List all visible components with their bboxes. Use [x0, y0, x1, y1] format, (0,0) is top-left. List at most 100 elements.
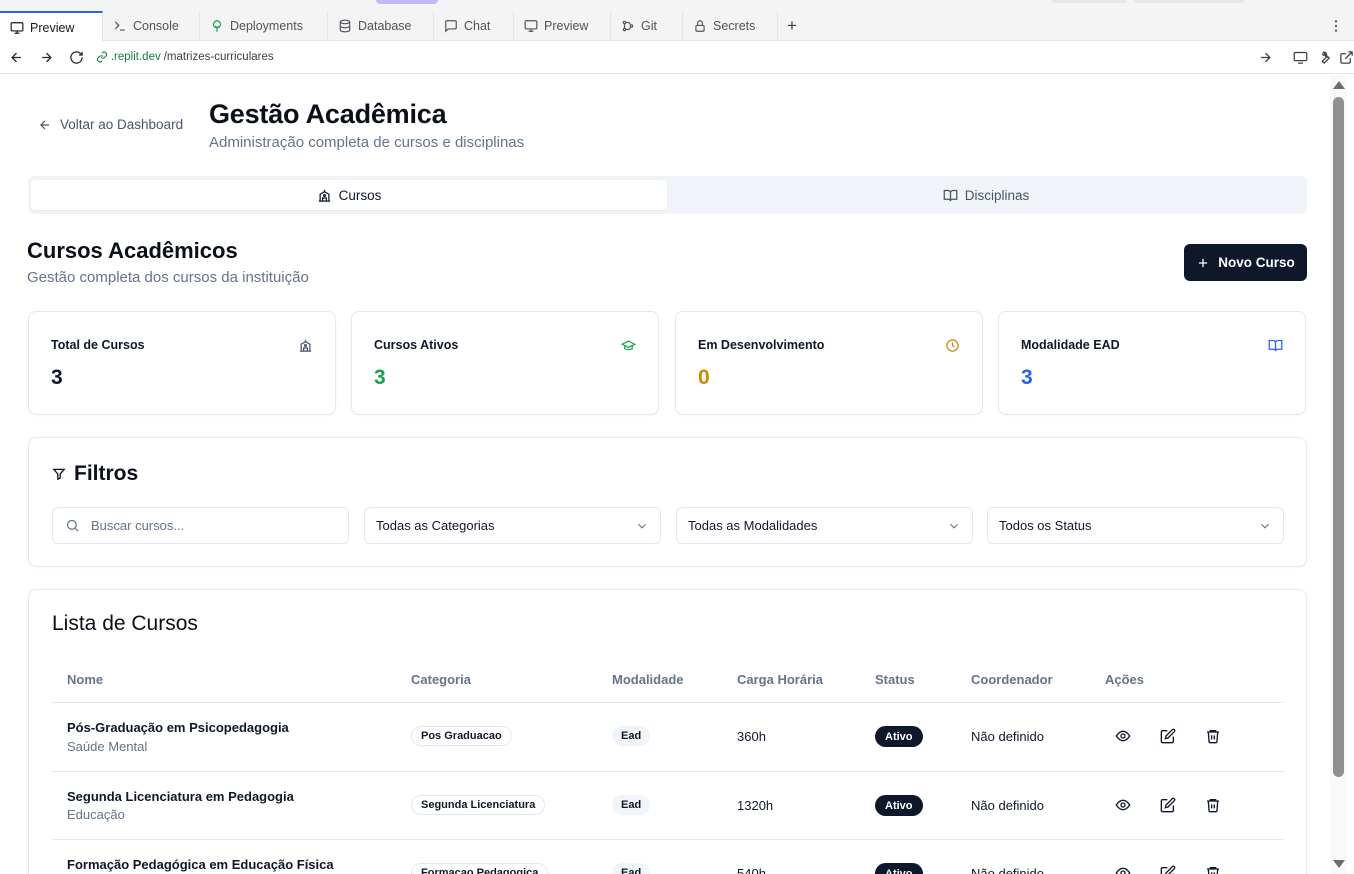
- tab-chat[interactable]: Chat: [434, 11, 514, 41]
- search-icon: [65, 518, 80, 533]
- arrow-left-icon: [9, 50, 24, 65]
- stat-label: Total de Cursos: [51, 338, 145, 352]
- trash-icon[interactable]: [1205, 797, 1221, 813]
- status-select-value: Todos os Status: [999, 518, 1092, 533]
- arrow-left-icon: [38, 118, 52, 132]
- category-select[interactable]: Todas as Categorias: [364, 507, 661, 544]
- chevron-down-icon: [635, 519, 649, 533]
- reload-button[interactable]: [64, 44, 90, 70]
- tab-secrets[interactable]: Secrets: [683, 11, 778, 41]
- git-icon: [621, 19, 635, 33]
- row-divider: [52, 839, 1283, 840]
- tab-preview-2[interactable]: Preview: [514, 11, 611, 41]
- page-scrollbar[interactable]: [1330, 75, 1347, 874]
- stat-label: Cursos Ativos: [374, 338, 459, 352]
- course-hours: 540h: [737, 866, 766, 874]
- trash-icon[interactable]: [1205, 865, 1221, 874]
- top-strip: [0, 0, 1354, 11]
- tab-database[interactable]: Database: [328, 11, 434, 41]
- view-eye-icon[interactable]: [1115, 865, 1131, 874]
- filters-title: Filtros: [52, 462, 138, 486]
- back-to-dashboard-link[interactable]: Voltar ao Dashboard: [38, 117, 183, 132]
- strip-pill: [1052, 0, 1127, 3]
- address-bar: .replit.dev/matrizes-curriculares: [0, 41, 1354, 74]
- view-eye-icon[interactable]: [1115, 797, 1131, 813]
- tab-disciplinas[interactable]: Disciplinas: [668, 180, 1304, 210]
- view-eye-icon[interactable]: [1115, 728, 1131, 744]
- tab-cursos-label: Cursos: [338, 187, 382, 203]
- monitor-icon: [524, 19, 538, 33]
- status-select[interactable]: Todos os Status: [987, 507, 1284, 544]
- clock-icon: [945, 338, 960, 353]
- chevron-down-icon: [947, 519, 961, 533]
- stat-label: Em Desenvolvimento: [698, 338, 825, 352]
- column-header-modalidade: Modalidade: [612, 672, 684, 687]
- url-path: /matrizes-curriculares: [163, 51, 274, 63]
- tab-label: Preview: [544, 19, 589, 33]
- school-icon: [298, 338, 313, 353]
- tab-deployments[interactable]: Deployments: [200, 11, 328, 41]
- search-input[interactable]: Buscar cursos...: [52, 507, 349, 544]
- stat-total-courses: Total de Cursos 3: [28, 311, 336, 415]
- url-field[interactable]: .replit.dev/matrizes-curriculares: [96, 51, 1254, 63]
- add-tab-button[interactable]: +: [778, 11, 806, 41]
- page-subtitle: Administração completa de cursos e disci…: [209, 134, 525, 151]
- course-name: Pós-Graduação em Psicopedagogia: [67, 720, 289, 735]
- course-area: Saúde Mental: [67, 739, 148, 754]
- edit-icon[interactable]: [1160, 728, 1176, 744]
- back-button[interactable]: [4, 44, 30, 70]
- column-header-carga-horaria: Carga Horária: [737, 672, 823, 687]
- scroll-thumb[interactable]: [1333, 97, 1344, 777]
- row-divider: [52, 771, 1283, 772]
- forward-button[interactable]: [34, 44, 60, 70]
- go-arrow-icon[interactable]: [1258, 50, 1273, 65]
- modality-select[interactable]: Todas as Modalidades: [676, 507, 973, 544]
- tab-preview[interactable]: Preview: [0, 11, 103, 42]
- chevron-down-icon: [1258, 519, 1272, 533]
- school-icon: [317, 188, 332, 203]
- tab-label: Database: [358, 19, 412, 33]
- tab-disciplinas-label: Disciplinas: [964, 187, 1030, 203]
- monitor-icon: [10, 21, 24, 35]
- database-icon: [338, 19, 352, 33]
- tab-label: Deployments: [230, 19, 303, 33]
- filter-icon: [52, 467, 66, 481]
- scroll-up-arrow-icon[interactable]: [1333, 81, 1345, 89]
- wrench-icon[interactable]: [1316, 50, 1331, 65]
- section-subtitle: Gestão completa dos cursos da instituiçã…: [27, 269, 309, 286]
- edit-icon[interactable]: [1160, 797, 1176, 813]
- page-title: Gestão Acadêmica: [209, 99, 447, 129]
- external-link-icon[interactable]: [1339, 50, 1354, 65]
- category-badge: Pos Graduacao: [411, 726, 512, 746]
- stat-active-courses: Cursos Ativos 3: [351, 311, 659, 415]
- plus-icon: [1196, 256, 1210, 270]
- status-badge: Ativo: [875, 795, 923, 816]
- workspace-tab-bar: Preview Console Deployments Database Cha…: [0, 11, 1354, 42]
- stat-label: Modalidade EAD: [1021, 338, 1120, 352]
- tab-cursos[interactable]: Cursos: [31, 180, 667, 210]
- scroll-down-arrow-icon[interactable]: [1333, 860, 1345, 868]
- more-vertical-icon[interactable]: [1328, 18, 1344, 34]
- stat-in-development: Em Desenvolvimento 0: [675, 311, 983, 415]
- modality-badge: Ead: [612, 863, 651, 874]
- section-tabs: Cursos Disciplinas: [28, 176, 1307, 214]
- course-coordinator: Não definido: [971, 798, 1044, 813]
- tab-console[interactable]: Console: [103, 11, 200, 41]
- trash-icon[interactable]: [1205, 728, 1221, 744]
- course-area: Educação: [67, 807, 125, 822]
- column-header-nome: Nome: [67, 672, 104, 687]
- reload-icon: [69, 50, 84, 65]
- tab-label: Console: [133, 19, 179, 33]
- chat-icon: [444, 19, 458, 33]
- status-badge: Ativo: [875, 863, 923, 874]
- edit-icon[interactable]: [1160, 865, 1176, 874]
- tab-git[interactable]: Git: [611, 11, 683, 41]
- category-badge: Formacao Pedagogica: [411, 863, 549, 874]
- device-preview-icon[interactable]: [1293, 50, 1308, 65]
- address-bar-actions: [1258, 50, 1354, 65]
- course-list-card: Lista de Cursos Nome Categoria Modalidad…: [28, 589, 1307, 874]
- course-name: Segunda Licenciatura em Pedagogia: [67, 789, 294, 804]
- new-course-button[interactable]: Novo Curso: [1184, 244, 1307, 281]
- arrow-right-icon: [39, 50, 54, 65]
- header-divider: [52, 702, 1283, 703]
